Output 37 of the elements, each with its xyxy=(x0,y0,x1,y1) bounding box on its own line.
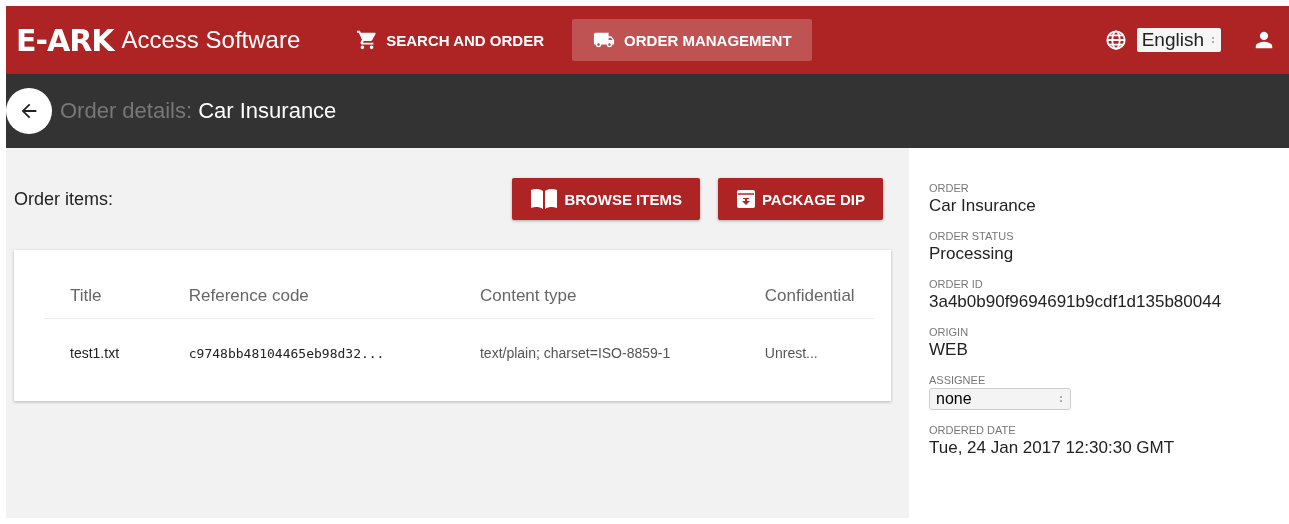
language-select[interactable]: English xyxy=(1136,28,1221,52)
table-cell: text/plain; charset=ISO-8859-1 xyxy=(454,318,739,361)
book-icon xyxy=(530,188,559,210)
back-button[interactable] xyxy=(6,88,52,134)
nav-tab[interactable]: SEARCH AND ORDER xyxy=(336,19,565,61)
action-button[interactable]: BROWSE ITEMS xyxy=(512,178,700,220)
table-cell: c9748bb48104465eb98d32... xyxy=(162,318,454,361)
section-label: Order items: xyxy=(14,188,114,210)
column-header: Title xyxy=(44,272,163,319)
user-icon[interactable] xyxy=(1253,29,1275,51)
action-button[interactable]: PACKAGE DIP xyxy=(717,178,883,220)
detail-value: Car Insurance xyxy=(929,196,1037,216)
detail-label: ORDER ID xyxy=(929,278,984,290)
column-header: Content type xyxy=(454,272,739,319)
table-cell: test1.txt xyxy=(44,318,163,361)
detail-label: ORDERED DATE xyxy=(929,424,1017,436)
globe-icon[interactable] xyxy=(1104,29,1127,51)
detail-value: 3a4b0b90f9694691b9cdf1d135b80044 xyxy=(929,292,1223,312)
detail-label: ORDER xyxy=(929,182,970,194)
nav-tab[interactable]: ORDER MANAGEMENT xyxy=(572,19,812,61)
archive-icon xyxy=(735,189,756,209)
column-header: Reference code xyxy=(162,272,454,319)
detail-value: Processing xyxy=(929,244,1015,264)
column-header: Confidential xyxy=(738,272,875,319)
assignee-select[interactable]: none xyxy=(929,388,1071,410)
dots-icon xyxy=(1210,34,1216,46)
app-name: Access Software xyxy=(121,26,301,54)
dots-icon xyxy=(1058,393,1064,405)
detail-value: WEB xyxy=(929,340,969,360)
detail-label: ASSIGNEE xyxy=(929,374,987,386)
detail-label: ORIGIN xyxy=(929,326,970,338)
detail-label: ORDER STATUS xyxy=(929,230,1015,242)
logo: E-ARK xyxy=(16,22,114,58)
cart-icon xyxy=(356,29,379,51)
table-cell: Unrest... xyxy=(738,318,875,361)
page-title: Order details: Car Insurance xyxy=(60,98,337,124)
detail-value: Tue, 24 Jan 2017 12:30:30 GMT xyxy=(929,438,1176,458)
